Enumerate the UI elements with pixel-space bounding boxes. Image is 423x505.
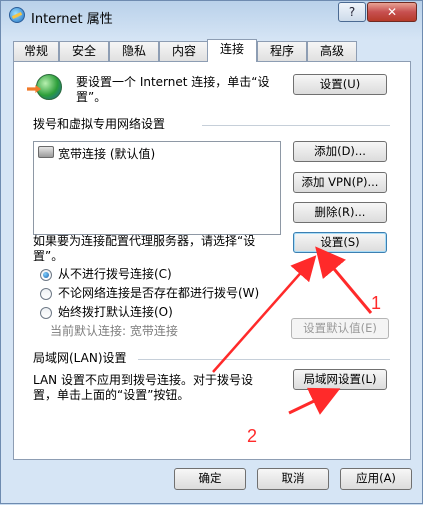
tab-connections[interactable]: 连接: [207, 39, 257, 62]
current-default-connection: 当前默认连接: 宽带连接: [50, 324, 178, 338]
add-vpn-button[interactable]: 添加 VPN(P)...: [293, 172, 387, 193]
broadband-connection-icon: [38, 146, 54, 158]
radio-never-dial[interactable]: [40, 269, 52, 281]
tab-security[interactable]: 安全: [59, 41, 109, 61]
close-button[interactable]: ✕: [367, 2, 417, 22]
cancel-button[interactable]: 取消: [257, 468, 329, 490]
internet-explorer-icon: [9, 7, 25, 23]
dialup-group-divider: [202, 125, 390, 126]
radio-dial-whenever-label[interactable]: 不论网络连接是否存在都进行拨号(W): [58, 286, 259, 301]
set-default-button[interactable]: 设置默认值(E): [291, 318, 389, 339]
setup-description: 要设置一个 Internet 连接，单击“设 置”。: [76, 75, 270, 104]
settings-button[interactable]: 设置(S): [293, 232, 387, 253]
tab-general[interactable]: 常规: [13, 41, 59, 61]
tab-programs[interactable]: 程序: [257, 41, 307, 61]
help-button[interactable]: ?: [338, 2, 366, 22]
remove-button[interactable]: 删除(R)...: [293, 202, 387, 223]
tab-content[interactable]: 内容: [159, 41, 209, 61]
apply-button[interactable]: 应用(A): [340, 468, 412, 490]
title-bar[interactable]: Internet 属性 ? ✕: [1, 1, 422, 31]
connections-panel: 要设置一个 Internet 连接，单击“设 置”。 设置(U) 拨号和虚拟专用…: [13, 61, 411, 460]
window-title: Internet 属性: [31, 12, 113, 27]
internet-properties-window: Internet 属性 ? ✕ 常规 安全 隐私 内容 连接 程序 高级 要设置…: [0, 0, 423, 504]
tab-privacy[interactable]: 隐私: [109, 41, 159, 61]
ok-button[interactable]: 确定: [174, 468, 246, 490]
lan-description: LAN 设置不应用到拨号连接。对于拨号设 置，单击上面的“设置”按钮。: [33, 373, 253, 402]
globe-connection-icon: [36, 74, 62, 100]
add-button[interactable]: 添加(D)...: [293, 141, 387, 162]
connection-list[interactable]: 宽带连接 (默认值): [33, 141, 281, 235]
setup-button[interactable]: 设置(U): [293, 74, 387, 95]
radio-always-dial-label[interactable]: 始终拨打默认连接(O): [58, 305, 173, 320]
lan-settings-button[interactable]: 局域网设置(L): [293, 369, 387, 390]
radio-dial-whenever[interactable]: [40, 288, 52, 300]
dialup-group-title: 拨号和虚拟专用网络设置: [33, 117, 166, 131]
tab-advanced[interactable]: 高级: [307, 41, 357, 61]
lan-group-title: 局域网(LAN)设置: [33, 351, 127, 365]
radio-always-dial[interactable]: [40, 307, 52, 319]
connection-label: 宽带连接 (默认值): [58, 147, 156, 161]
proxy-description: 如果要为连接配置代理服务器，请选择“设 置”。: [33, 234, 256, 263]
radio-never-dial-label[interactable]: 从不进行拨号连接(C): [58, 267, 172, 282]
lan-group-divider: [138, 359, 390, 360]
